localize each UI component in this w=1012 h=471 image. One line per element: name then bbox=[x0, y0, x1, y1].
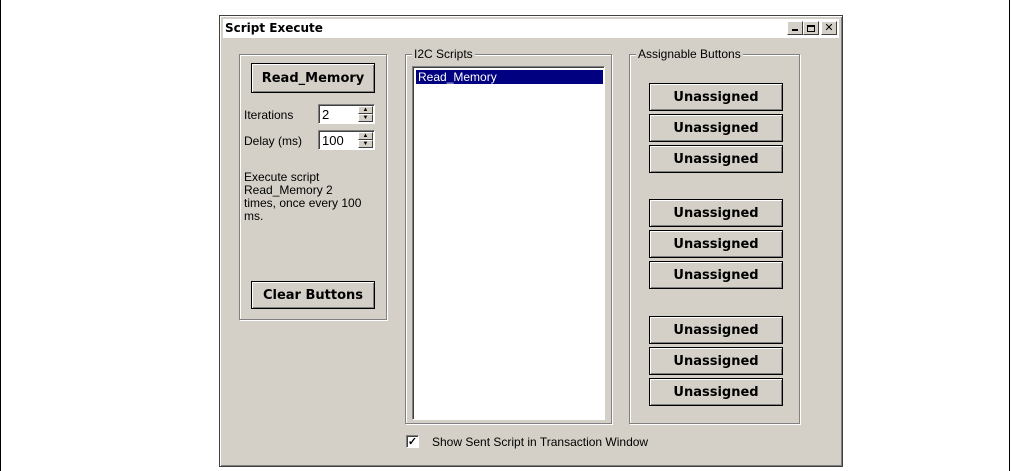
spin-down-icon[interactable]: ▼ bbox=[358, 114, 373, 122]
minimize-icon bbox=[792, 29, 798, 31]
i2c-scripts-group: I2C Scripts Read_Memory bbox=[405, 47, 612, 424]
close-icon: ✕ bbox=[824, 21, 834, 34]
show-sent-script-checkbox[interactable]: ✓ bbox=[406, 435, 419, 448]
show-sent-script-label[interactable]: Show Sent Script in Transaction Window bbox=[432, 435, 648, 449]
window-controls: ✕ bbox=[787, 21, 837, 35]
delay-spinner[interactable]: 100 ▲ ▼ bbox=[318, 130, 375, 150]
assignable-button-6[interactable]: Unassigned bbox=[649, 261, 783, 289]
assignable-button-2[interactable]: Unassigned bbox=[649, 114, 783, 142]
assignable-buttons-group: Assignable Buttons Unassigned Unassigned… bbox=[629, 47, 800, 424]
assignable-button-1[interactable]: Unassigned bbox=[649, 83, 783, 111]
assignable-button-5[interactable]: Unassigned bbox=[649, 230, 783, 258]
run-script-group: Read_Memory Iterations 2 ▲ ▼ Delay (ms) … bbox=[239, 54, 387, 320]
window-title: Script Execute bbox=[225, 21, 323, 35]
spin-up-icon[interactable]: ▲ bbox=[358, 132, 373, 140]
assignable-buttons-label: Assignable Buttons bbox=[636, 47, 743, 61]
iterations-value[interactable]: 2 bbox=[322, 107, 329, 122]
assignable-button-3[interactable]: Unassigned bbox=[649, 145, 783, 173]
iterations-spinner[interactable]: 2 ▲ ▼ bbox=[318, 104, 375, 124]
spin-up-icon[interactable]: ▲ bbox=[358, 106, 373, 114]
delay-value[interactable]: 100 bbox=[322, 133, 344, 148]
title-bar[interactable]: Script Execute ✕ bbox=[223, 19, 839, 39]
assignable-button-4[interactable]: Unassigned bbox=[649, 199, 783, 227]
execute-description: Execute script Read_Memory 2 times, once… bbox=[244, 170, 362, 223]
spin-down-icon[interactable]: ▼ bbox=[358, 140, 373, 148]
close-button[interactable]: ✕ bbox=[821, 21, 837, 35]
assignable-button-9[interactable]: Unassigned bbox=[649, 378, 783, 406]
checkmark-icon: ✓ bbox=[407, 435, 418, 448]
clear-buttons-button[interactable]: Clear Buttons bbox=[251, 281, 375, 309]
script-execute-window: Script Execute ✕ Read_Memory Iterations … bbox=[219, 15, 843, 467]
assignable-button-8[interactable]: Unassigned bbox=[649, 347, 783, 375]
maximize-icon bbox=[807, 24, 815, 32]
minimize-button[interactable] bbox=[787, 21, 803, 35]
maximize-button[interactable] bbox=[803, 21, 819, 35]
assignable-button-7[interactable]: Unassigned bbox=[649, 316, 783, 344]
i2c-scripts-list[interactable]: Read_Memory bbox=[412, 66, 605, 420]
run-script-button[interactable]: Read_Memory bbox=[251, 63, 375, 93]
delay-label: Delay (ms) bbox=[244, 134, 303, 148]
list-item[interactable]: Read_Memory bbox=[416, 70, 603, 84]
i2c-scripts-label: I2C Scripts bbox=[412, 47, 475, 61]
iterations-label: Iterations bbox=[244, 108, 294, 122]
